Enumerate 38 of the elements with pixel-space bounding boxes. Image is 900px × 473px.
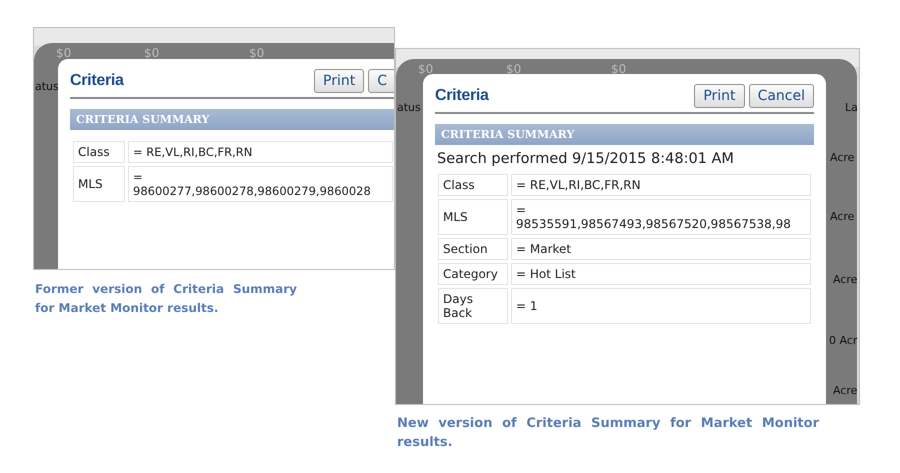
dialog-title: Criteria <box>70 72 125 90</box>
dialog-button[interactable]: Print <box>314 69 364 93</box>
caption-text: New version of Criteria Summary for Market Monitor results. <box>397 415 819 452</box>
background-text: atus <box>35 80 59 93</box>
search-info-text: Search performed 9/15/2015 8:48:01 AM <box>437 151 735 167</box>
price-text: $0 <box>144 46 160 60</box>
dialog-button[interactable]: Cancel <box>748 84 814 108</box>
background-text: Acre <box>833 384 858 397</box>
price-text: $0 <box>56 46 72 60</box>
criteria-label: Section <box>438 238 508 260</box>
criteria-label: MLS <box>73 166 125 202</box>
section-header: CRITERIA SUMMARY <box>70 109 394 130</box>
criteria-value: = 98600277,98600278,98600279,9860028 <box>128 166 393 202</box>
background-text: Acre <box>830 151 854 164</box>
section-header: CRITERIA SUMMARY <box>435 124 814 145</box>
criteria-value: = Hot List <box>511 263 811 285</box>
criteria-value: = RE,VL,RI,BC,FR,RN <box>511 174 811 196</box>
criteria-value: = 98535591,98567493,98567520,98567538,98 <box>511 199 811 235</box>
dialog-button[interactable]: C <box>368 69 394 93</box>
price-text: $0 <box>418 62 434 76</box>
criteria-label: MLS <box>438 199 508 235</box>
criteria-label: Class <box>73 141 125 163</box>
price-text: $0 <box>611 62 626 76</box>
background-text: atus <box>397 101 421 114</box>
criteria-value: = 1 <box>511 288 811 324</box>
background-text: La <box>845 101 858 114</box>
criteria-value: = Market <box>511 238 811 260</box>
criteria-label: Class <box>438 174 508 196</box>
background-text: Acre <box>830 210 854 223</box>
criteria-value: = RE,VL,RI,BC,FR,RN <box>128 141 393 163</box>
price-text: $0 <box>506 62 522 76</box>
background-text: Acre <box>833 273 858 286</box>
criteria-label: Days Back <box>438 288 508 324</box>
dialog-title: Criteria <box>435 87 490 105</box>
caption-text: Former version of Criteria Summary for Market Monitor results. <box>35 281 297 317</box>
criteria-label: Category <box>438 263 508 285</box>
price-text: $0 <box>249 46 264 60</box>
dialog-button[interactable]: Print <box>694 84 745 108</box>
